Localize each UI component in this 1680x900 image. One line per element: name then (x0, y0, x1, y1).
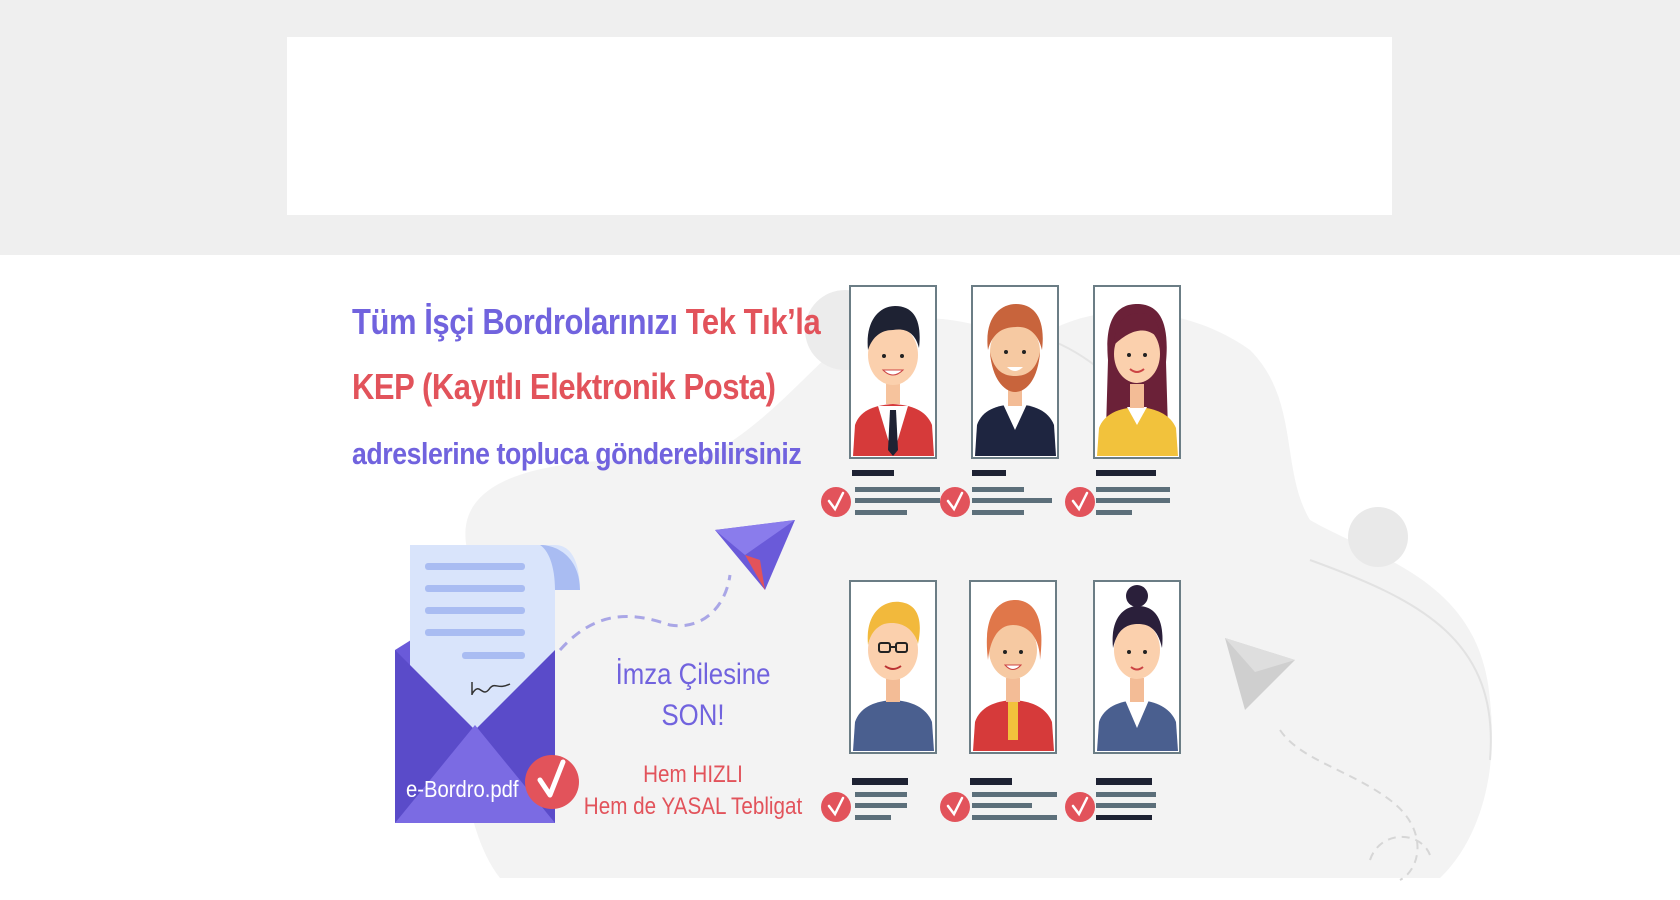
slogan-line-1: İmza Çilesine (615, 658, 771, 691)
decor-circle (1348, 507, 1408, 567)
avatar-card (971, 285, 1059, 459)
headline-line-2: KEP (Kayıtlı Elektronik Posta) (352, 366, 776, 407)
avatar-card (849, 285, 937, 459)
headline-line-1: Tüm İşçi Bordrolarınızı Tek Tık’la (352, 301, 821, 343)
tagline-line-2: Hem de YASAL Tebligat (583, 793, 803, 820)
headline-red-part: Tek Tık’la (685, 301, 821, 342)
file-name-label: e-Bordro.pdf (406, 776, 519, 802)
checkmark-icon (525, 755, 579, 809)
avatar-card (1093, 580, 1181, 754)
headline-line-3: adreslerine topluca gönderebilirsiniz (352, 436, 802, 471)
headline-purple-part: Tüm İşçi Bordrolarınızı (352, 301, 678, 342)
avatar-card (849, 580, 937, 754)
slogan-line-2: SON! (661, 699, 725, 732)
avatar-card (1093, 285, 1181, 459)
banner-illustration (395, 285, 1492, 881)
avatar-card (969, 580, 1057, 754)
tagline-line-1: Hem HIZLI (643, 761, 743, 788)
